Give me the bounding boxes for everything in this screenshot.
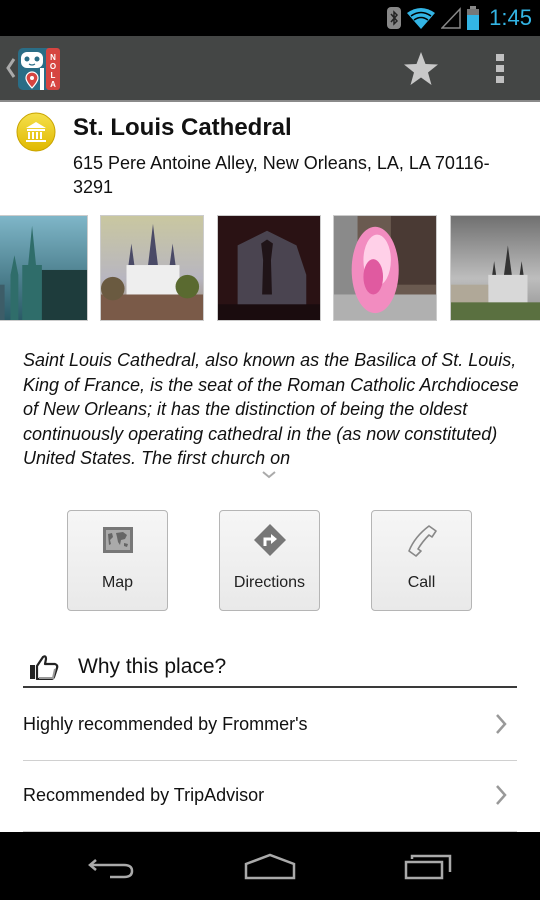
photo-image [218,216,320,320]
up-caret-icon[interactable] [4,56,16,80]
wifi-icon [407,8,436,29]
recents-icon[interactable] [398,848,458,884]
svg-text:N: N [50,53,56,62]
map-icon [102,527,133,553]
museum-icon [16,112,56,152]
photo-thumbnail[interactable] [0,215,88,321]
photo-image [334,216,436,320]
chevron-right-icon [496,714,507,734]
call-button-label: Call [407,574,436,591]
why-section-title: Why this place? [78,655,227,678]
photo-thumbnail[interactable] [333,215,437,321]
signal-icon [441,7,461,29]
photo-thumbnail[interactable] [100,215,204,321]
back-icon[interactable] [82,848,142,884]
home-icon[interactable] [240,848,300,884]
photo-image [101,216,203,320]
directions-icon [253,524,286,556]
photo-thumbnail[interactable] [450,215,540,321]
map-button[interactable]: Map [67,510,168,611]
place-address: 615 Pere Antoine Alley, New Orleans, LA,… [73,153,490,197]
svg-text:A: A [50,80,56,89]
photo-strip[interactable] [0,215,540,321]
svg-text:L: L [51,71,56,80]
place-header: St. Louis Cathedral 615 Pere Antoine All… [0,104,540,204]
photo-thumbnail[interactable] [217,215,321,321]
place-description: Saint Louis Cathedral, also known as the… [23,350,519,468]
svg-text:O: O [50,62,56,71]
photo-image [0,216,87,320]
chevron-right-icon [496,785,507,805]
action-bar: N O L A [0,36,540,102]
clock: 1:45 [489,5,532,30]
map-button-label: Map [101,574,134,591]
place-title: St. Louis Cathedral [73,114,292,141]
bluetooth-icon [387,7,402,29]
star-icon[interactable] [402,50,440,88]
battery-icon [467,6,480,30]
app-logo-icon[interactable]: N O L A [18,48,60,90]
why-section-header: Why this place? [23,650,517,688]
navigation-bar [0,832,540,900]
call-button[interactable]: Call [371,510,472,611]
thumbs-up-icon [30,655,59,680]
directions-button-label: Directions [233,574,306,591]
reason-label: Highly recommended by Frommer's [23,714,308,734]
reason-label: Recommended by TripAdvisor [23,785,265,805]
photo-image [451,216,540,320]
status-bar: 1:45 [0,0,540,36]
overflow-menu-icon[interactable] [490,52,510,86]
expand-chevron-icon[interactable] [261,470,277,480]
reason-item-tripadvisor[interactable]: Recommended by TripAdvisor [23,761,517,832]
directions-button[interactable]: Directions [219,510,320,611]
reason-item-frommers[interactable]: Highly recommended by Frommer's [23,690,517,761]
status-icons: 1:45 [387,0,532,36]
phone-icon [407,525,437,557]
